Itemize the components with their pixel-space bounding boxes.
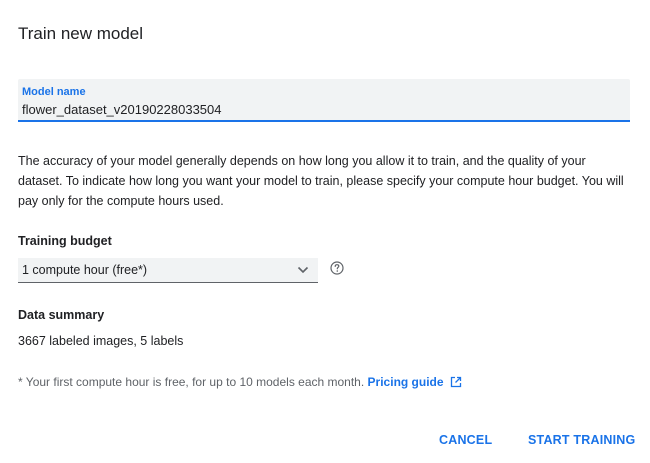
- pricing-guide-link[interactable]: Pricing guide: [368, 375, 462, 389]
- help-circle-icon[interactable]: [330, 261, 344, 275]
- training-budget-heading: Training budget: [18, 234, 112, 248]
- model-name-label: Model name: [22, 86, 86, 98]
- data-summary-text: 3667 labeled images, 5 labels: [18, 334, 184, 348]
- start-training-button[interactable]: START TRAINING: [528, 433, 635, 447]
- data-summary-heading: Data summary: [18, 308, 105, 322]
- cancel-button[interactable]: CANCEL: [439, 433, 492, 447]
- training-budget-value: 1 compute hour (free*): [22, 263, 148, 277]
- train-model-dialog: Train new model Model name The accuracy …: [0, 0, 650, 463]
- training-description: The accuracy of your model generally dep…: [18, 154, 624, 208]
- chevron-down-icon: [297, 266, 309, 274]
- model-name-field[interactable]: Model name: [18, 79, 630, 122]
- training-budget-select[interactable]: 1 compute hour (free*): [18, 258, 318, 283]
- model-name-input[interactable]: [22, 101, 612, 117]
- footnote-text: * Your first compute hour is free, for u…: [18, 375, 365, 389]
- pricing-guide-label: Pricing guide: [367, 375, 444, 389]
- free-hour-footnote: * Your first compute hour is free, for u…: [18, 375, 462, 389]
- dialog-title: Train new model: [18, 24, 144, 43]
- open-in-new-icon: [450, 376, 461, 388]
